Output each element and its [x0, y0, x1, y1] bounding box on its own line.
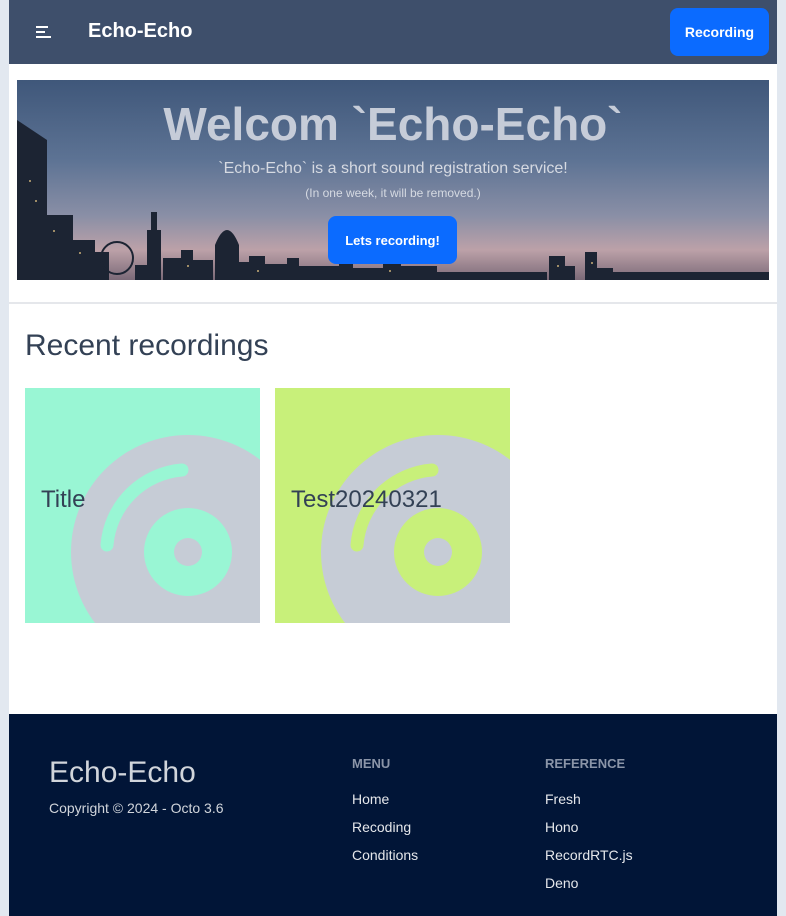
footer-link-fresh[interactable]: Fresh	[545, 791, 633, 819]
footer-reference-heading: REFERENCE	[545, 756, 626, 771]
hero-note: (In one week, it will be removed.)	[305, 186, 481, 200]
footer-brand: Echo-Echo	[49, 756, 196, 789]
footer-menu-column: MENU Home Recoding Conditions	[352, 756, 418, 875]
footer-copyright: Copyright © 2024 - Octo 3.6	[49, 800, 224, 816]
recording-button[interactable]: Recording	[670, 8, 769, 56]
footer-link-deno[interactable]: Deno	[545, 875, 633, 903]
recording-card[interactable]: Title	[25, 388, 260, 623]
recent-recordings-heading: Recent recordings	[25, 329, 269, 362]
hero-banner: Welcom `Echo-Echo` `Echo-Echo` is a shor…	[17, 80, 769, 280]
recording-card[interactable]: Test20240321	[275, 388, 510, 623]
divider	[9, 302, 777, 304]
footer-link-recoding[interactable]: Recoding	[352, 819, 418, 847]
navbar: Echo-Echo Recording	[9, 0, 777, 64]
footer-link-recordrtc[interactable]: RecordRTC.js	[545, 847, 633, 875]
lets-recording-button[interactable]: Lets recording!	[328, 216, 457, 264]
menu-button[interactable]	[33, 22, 57, 42]
menu-icon	[36, 26, 51, 38]
hero-title: Welcom `Echo-Echo`	[163, 98, 623, 150]
card-title: Test20240321	[291, 486, 442, 513]
hero-subtitle: `Echo-Echo` is a short sound registratio…	[218, 160, 568, 177]
footer-link-home[interactable]: Home	[352, 791, 418, 819]
page: Echo-Echo Recording Welcom `Echo-Echo` `…	[9, 0, 777, 916]
footer-link-hono[interactable]: Hono	[545, 819, 633, 847]
footer: Echo-Echo Copyright © 2024 - Octo 3.6 ME…	[9, 714, 777, 916]
footer-link-conditions[interactable]: Conditions	[352, 847, 418, 875]
footer-reference-column: REFERENCE Fresh Hono RecordRTC.js Deno	[545, 756, 633, 903]
footer-menu-heading: MENU	[352, 756, 391, 771]
app-title[interactable]: Echo-Echo	[88, 20, 192, 43]
card-title: Title	[41, 486, 86, 513]
